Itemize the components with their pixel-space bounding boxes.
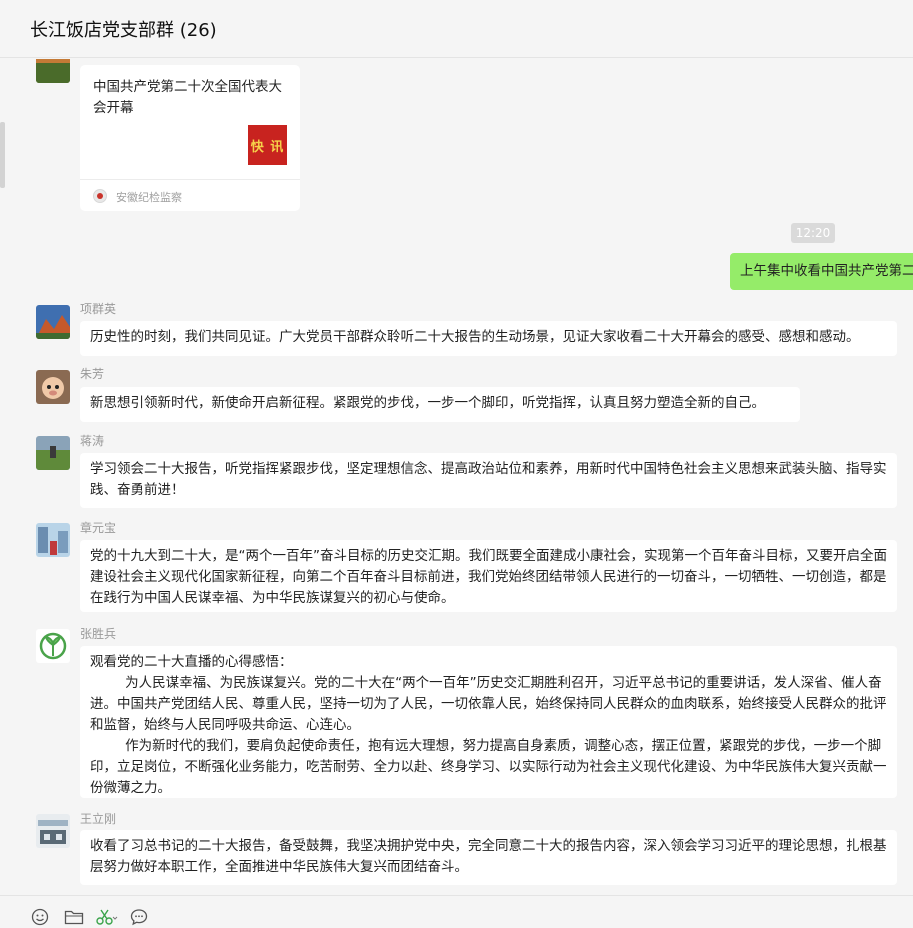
message-bubble[interactable]: 学习领会二十大报告，听党指挥紧跟步伐，坚定理想信念、提高政治站位和素养，用新时代… (80, 453, 897, 508)
card-title: 中国共产党第二十次全国代表大会开幕 (93, 79, 282, 116)
message-text: 新思想引领新时代，新使命开启新征程。紧跟党的步伐，一步一个脚印，听党指挥，认真且… (90, 395, 765, 411)
message-text: 观看党的二十大直播的心得感悟： (90, 654, 293, 670)
card-source: 安徽纪检监察 (116, 191, 182, 204)
avatar[interactable] (36, 305, 70, 339)
message-text: 作为新时代的我们，要肩负起使命责任，抱有远大理想，努力提高自身素质，调整心态，摆… (90, 738, 887, 796)
timestamp: 12:20 (791, 223, 835, 243)
chat-title[interactable]: 长江饭店党支部群 (26) (30, 16, 217, 42)
source-logo-icon (93, 189, 107, 203)
message-bubble[interactable]: 观看党的二十大直播的心得感悟： 为人民谋幸福、为民族谋复兴。党的二十大在“两个一… (80, 646, 897, 798)
self-message-bubble[interactable]: 上午集中收看中国共产党第二十次全国代表大会开幕会 (730, 253, 913, 290)
thumbnail-text: 快 讯 (250, 139, 285, 155)
message-text: 历史性的时刻，我们共同见证。广大党员干部群众聆听二十大报告的生动场景，见证大家收… (90, 329, 860, 345)
link-card[interactable]: 中国共产党第二十次全国代表大会开幕 快 讯 安徽纪检监察 (80, 65, 300, 211)
sender-name: 章元宝 (80, 521, 117, 535)
sender-name: 朱芳 (80, 367, 105, 381)
chat-window: 长江饭店党支部群 (26) 中国共产党第二十次全国代表大会开幕 快 讯 安徽纪检… (0, 0, 913, 928)
message-list: 中国共产党第二十次全国代表大会开幕 快 讯 安徽纪检监察 12:20 上午集中收… (0, 59, 913, 895)
message-bubble[interactable]: 历史性的时刻，我们共同见证。广大党员干部群众聆听二十大报告的生动场景，见证大家收… (80, 321, 897, 356)
scissors-icon[interactable] (95, 908, 119, 926)
input-toolbar (0, 895, 913, 928)
avatar[interactable] (36, 523, 70, 557)
message-bubble[interactable]: 收看了习总书记的二十大报告，备受鼓舞，我坚决拥护党中央，完全同意二十大的报告内容… (80, 830, 897, 885)
sender-name: 蒋涛 (80, 434, 105, 448)
folder-icon[interactable] (64, 908, 84, 926)
card-divider (80, 179, 300, 180)
sender-name: 张胜兵 (80, 627, 117, 641)
avatar[interactable] (36, 370, 70, 404)
message-text: 党的十九大到二十大，是“两个一百年”奋斗目标的历史交汇期。我们既要全面建成小康社… (90, 548, 887, 606)
message-text: 为人民谋幸福、为民族谋复兴。党的二十大在“两个一百年”历史交汇期胜利召开，习近平… (90, 675, 887, 733)
emoji-icon[interactable] (31, 908, 51, 926)
sender-name: 项群英 (80, 302, 117, 316)
chat-bubble-icon[interactable] (130, 908, 150, 926)
avatar[interactable] (36, 436, 70, 470)
avatar[interactable] (36, 59, 70, 83)
message-text: 学习领会二十大报告，听党指挥紧跟步伐，坚定理想信念、提高政治站位和素养，用新时代… (90, 461, 887, 498)
avatar[interactable] (36, 629, 70, 663)
message-bubble[interactable]: 新思想引领新时代，新使命开启新征程。紧跟党的步伐，一步一个脚印，听党指挥，认真且… (80, 387, 800, 422)
chat-header: 长江饭店党支部群 (26) (0, 0, 913, 58)
message-bubble[interactable]: 党的十九大到二十大，是“两个一百年”奋斗目标的历史交汇期。我们既要全面建成小康社… (80, 540, 897, 612)
sender-name: 王立刚 (80, 812, 117, 826)
card-thumbnail: 快 讯 (248, 125, 287, 165)
avatar[interactable] (36, 814, 70, 848)
message-text: 收看了习总书记的二十大报告，备受鼓舞，我坚决拥护党中央，完全同意二十大的报告内容… (90, 838, 887, 875)
